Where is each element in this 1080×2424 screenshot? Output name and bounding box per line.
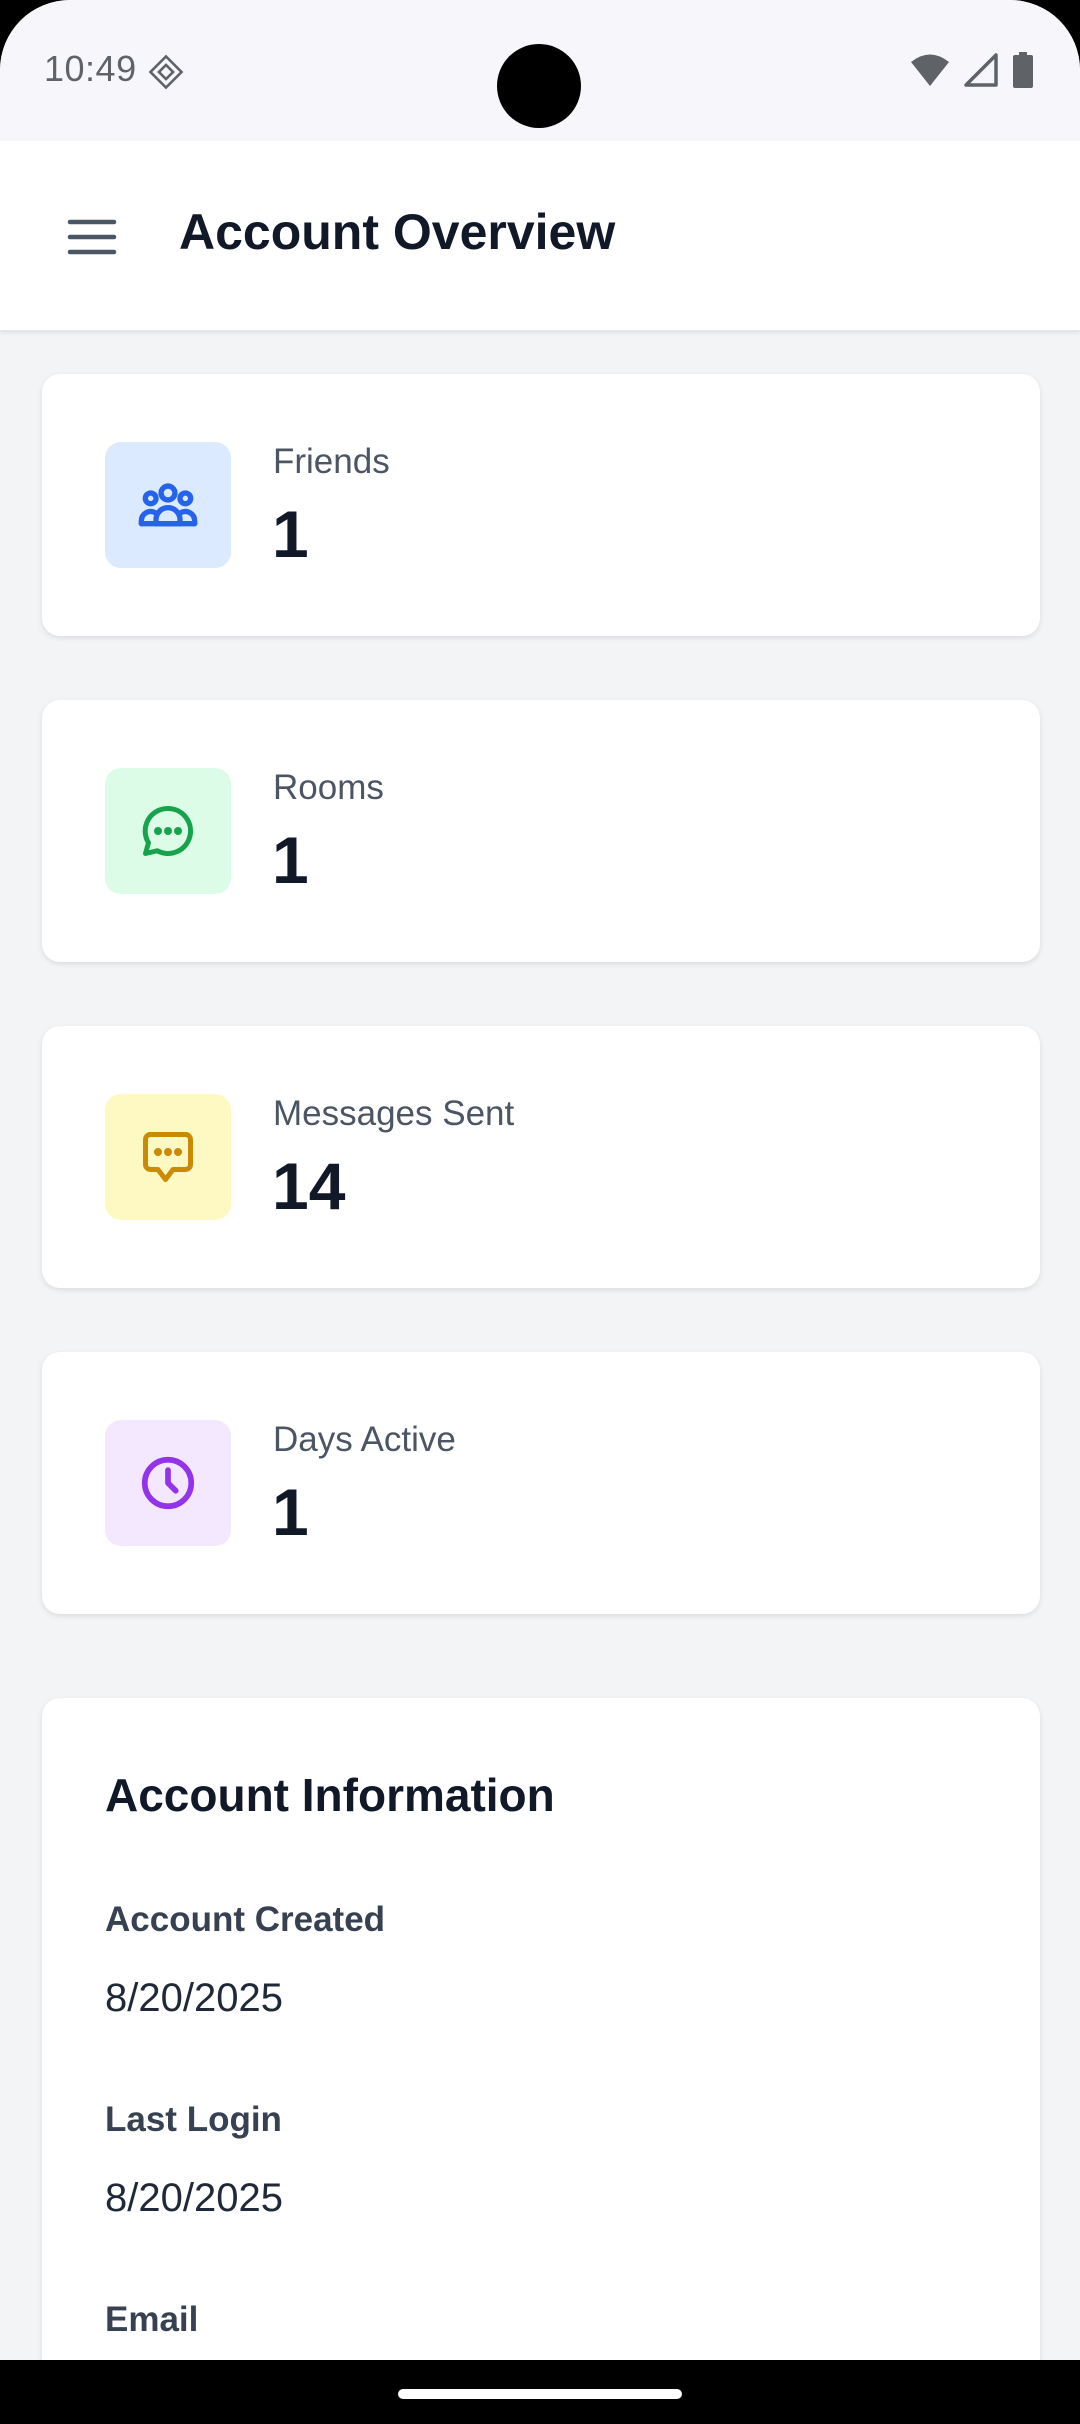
stat-label: Days Active (273, 1420, 456, 1459)
last-login-label: Last Login (105, 2100, 282, 2139)
home-indicator[interactable] (398, 2389, 682, 2399)
wifi-icon (911, 54, 949, 86)
stat-icon-container (105, 1094, 231, 1220)
stat-value: 14 (272, 1149, 346, 1223)
account-created-label: Account Created (105, 1900, 386, 1939)
app-screen: 10:49 Account Overview Friends 1 Rooms 1… (0, 0, 1080, 2360)
stat-icon-container (105, 1420, 231, 1546)
stat-label: Messages Sent (273, 1094, 515, 1133)
section-title: Account Information (105, 1769, 555, 1821)
system-icons (910, 52, 1034, 88)
menu-button[interactable] (56, 201, 128, 273)
chat-bubble-icon (142, 805, 194, 856)
stat-card-days-active: Days Active 1 (42, 1352, 1040, 1614)
stat-label: Rooms (273, 768, 384, 807)
page-title: Account Overview (179, 204, 616, 260)
battery-icon (1013, 52, 1033, 88)
stat-icon-container (105, 442, 231, 568)
stat-card-friends: Friends 1 (42, 374, 1040, 636)
users-icon (138, 483, 198, 527)
stat-icon-container (105, 768, 231, 894)
stat-card-messages-sent: Messages Sent 14 (42, 1026, 1040, 1288)
message-square-icon (143, 1132, 193, 1182)
stat-value: 1 (272, 497, 309, 571)
status-time: 10:49 (44, 48, 137, 89)
stat-card-rooms: Rooms 1 (42, 700, 1040, 962)
app-bar: Account Overview (0, 141, 1080, 331)
notification-icon (148, 54, 184, 90)
email-label: Email (105, 2300, 199, 2339)
camera-cutout (497, 44, 581, 128)
clock-icon (141, 1456, 195, 1510)
stat-value: 1 (272, 1475, 309, 1549)
last-login-value: 8/20/2025 (105, 2176, 283, 2220)
cellular-signal-icon (964, 53, 998, 87)
account-information-card: Account Information Account Created 8/20… (42, 1698, 1040, 2360)
stat-value: 1 (272, 823, 309, 897)
status-bar: 10:49 (0, 0, 1080, 141)
hamburger-menu-icon (67, 219, 117, 255)
account-created-value: 8/20/2025 (105, 1976, 283, 2020)
stat-label: Friends (273, 442, 390, 481)
